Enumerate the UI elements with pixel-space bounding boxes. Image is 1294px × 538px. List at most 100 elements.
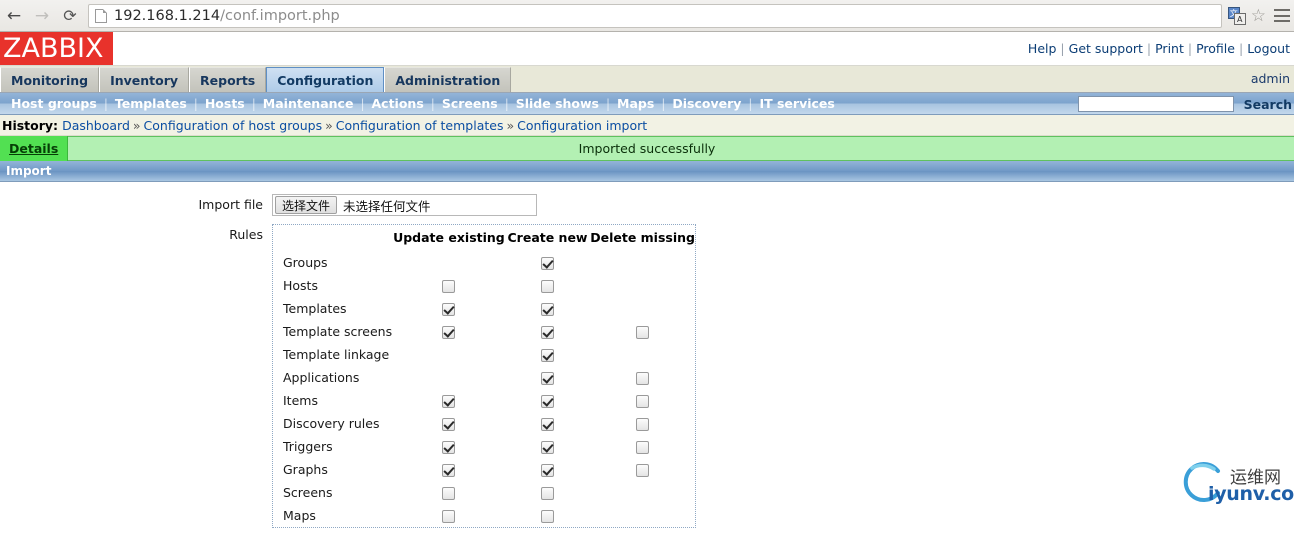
rule-cell-update-existing (393, 481, 505, 504)
rule-name: Triggers (283, 439, 333, 454)
checkbox-delete-missing[interactable] (636, 418, 650, 431)
details-button[interactable]: Details (0, 136, 69, 161)
zabbix-logo: ZABBIX (0, 32, 113, 65)
search-area: Search (1077, 93, 1294, 114)
logout-link[interactable]: Logout (1243, 41, 1294, 56)
checkbox-update-existing[interactable] (442, 441, 456, 454)
column-header-create-new: Create new (507, 230, 588, 245)
checkbox-update-existing[interactable] (442, 487, 456, 500)
checkbox-create-new[interactable] (540, 487, 554, 500)
reload-icon[interactable]: ⟳ (56, 2, 84, 30)
submenu-separator: | (504, 96, 509, 111)
checkbox-create-new[interactable] (540, 372, 554, 385)
table-row: Screens (273, 481, 695, 504)
submenu-item-templates[interactable]: Templates (108, 96, 194, 111)
breadcrumb-item-dashboard[interactable]: Dashboard (62, 118, 130, 133)
choose-file-button[interactable]: 选择文件 (275, 196, 338, 214)
checkbox-update-existing[interactable] (442, 395, 456, 408)
translate-icon[interactable]: 文 A (1227, 6, 1247, 25)
submenu-item-discovery[interactable]: Discovery (665, 96, 748, 111)
submenu-item-actions[interactable]: Actions (364, 96, 430, 111)
selected-file-name: 未选择任何文件 (343, 198, 431, 214)
checkbox-update-existing[interactable] (442, 280, 456, 293)
tab-monitoring[interactable]: Monitoring (0, 67, 100, 92)
checkbox-create-new[interactable] (540, 303, 554, 316)
form-section-header: Import (0, 161, 1294, 182)
tab-administration[interactable]: Administration (384, 67, 512, 92)
submenu-item-host-groups[interactable]: Host groups (4, 96, 104, 111)
checkbox-delete-missing[interactable] (636, 464, 650, 477)
table-row: Triggers (273, 435, 695, 458)
checkbox-update-existing[interactable] (442, 303, 456, 316)
help-link[interactable]: Help (1024, 41, 1061, 56)
rule-cell-create-new (505, 343, 590, 366)
breadcrumb-separator: » (132, 117, 141, 133)
rule-name: Template screens (283, 324, 393, 339)
search-input[interactable] (1077, 96, 1234, 112)
checkbox-delete-missing[interactable] (636, 441, 650, 454)
tab-reports[interactable]: Reports (189, 67, 267, 92)
history-label: History: (2, 117, 59, 133)
breadcrumb-item-templates[interactable]: Configuration of templates (336, 118, 504, 133)
checkbox-delete-missing[interactable] (636, 326, 650, 339)
checkbox-delete-missing[interactable] (636, 395, 650, 408)
rule-cell-create-new (505, 435, 590, 458)
rule-name: Templates (283, 301, 347, 316)
rule-cell-update-existing (393, 297, 505, 320)
checkbox-update-existing[interactable] (442, 418, 456, 431)
rule-cell-delete-missing (590, 320, 695, 343)
checkbox-create-new[interactable] (540, 441, 554, 454)
rule-cell-delete-missing (590, 343, 695, 366)
checkbox-create-new[interactable] (540, 510, 554, 523)
get-support-link[interactable]: Get support (1065, 41, 1147, 56)
checkbox-create-new[interactable] (540, 257, 554, 270)
rule-cell-update-existing (393, 389, 505, 412)
rule-cell-create-new (505, 504, 590, 527)
rule-cell-create-new (505, 412, 590, 435)
checkbox-delete-missing[interactable] (636, 372, 650, 385)
submenu-item-slide-shows[interactable]: Slide shows (509, 96, 606, 111)
checkbox-update-existing[interactable] (442, 510, 456, 523)
breadcrumb-item-configuration-import[interactable]: Configuration import (517, 118, 647, 133)
submenu-separator: | (606, 96, 611, 111)
submenu-item-it-services[interactable]: IT services (752, 96, 841, 111)
status-message-bar: Details Imported successfully (0, 136, 1294, 161)
checkbox-create-new[interactable] (540, 464, 554, 477)
star-icon[interactable]: ☆ (1251, 6, 1266, 26)
search-button[interactable]: Search (1234, 97, 1294, 112)
submenu-item-maintenance[interactable]: Maintenance (256, 96, 361, 111)
submenu-item-maps[interactable]: Maps (610, 96, 661, 111)
checkbox-create-new[interactable] (540, 418, 554, 431)
checkbox-create-new[interactable] (540, 395, 554, 408)
checkbox-create-new[interactable] (540, 326, 554, 339)
submenu-item-screens[interactable]: Screens (435, 96, 505, 111)
tab-configuration[interactable]: Configuration (266, 67, 385, 92)
rule-cell-update-existing (393, 458, 505, 481)
sub-menu: Host groups | Templates | Hosts | Maintenan… (0, 93, 1294, 115)
checkbox-update-existing[interactable] (442, 464, 456, 477)
checkbox-create-new[interactable] (540, 349, 554, 362)
submenu-item-hosts[interactable]: Hosts (198, 96, 252, 111)
submenu-separator: | (748, 96, 753, 111)
address-bar[interactable]: 192.168.1.214/conf.import.php (88, 3, 1222, 28)
rule-cell-update-existing (393, 504, 505, 527)
profile-link[interactable]: Profile (1192, 41, 1239, 56)
rule-cell-create-new (505, 389, 590, 412)
column-header-entity (273, 228, 393, 251)
rule-name: Maps (283, 508, 316, 523)
rule-name: Screens (283, 485, 333, 500)
checkbox-create-new[interactable] (540, 280, 554, 293)
back-arrow-icon[interactable]: ← (0, 2, 28, 30)
submenu-separator: | (193, 96, 198, 111)
zabbix-header: ZABBIX Help | Get support | Print | Profile… (0, 32, 1294, 66)
rule-cell-update-existing (393, 251, 505, 274)
import-file-input[interactable]: 选择文件 未选择任何文件 (272, 194, 537, 216)
tab-inventory[interactable]: Inventory (99, 67, 190, 92)
print-link[interactable]: Print (1151, 41, 1188, 56)
url-host: 192.168.1.214 (114, 7, 221, 24)
breadcrumb-item-host-groups[interactable]: Configuration of host groups (144, 118, 323, 133)
rule-cell-delete-missing (590, 412, 695, 435)
checkbox-update-existing[interactable] (442, 326, 456, 339)
hamburger-menu-icon[interactable] (1274, 9, 1290, 22)
rule-cell-create-new (505, 458, 590, 481)
